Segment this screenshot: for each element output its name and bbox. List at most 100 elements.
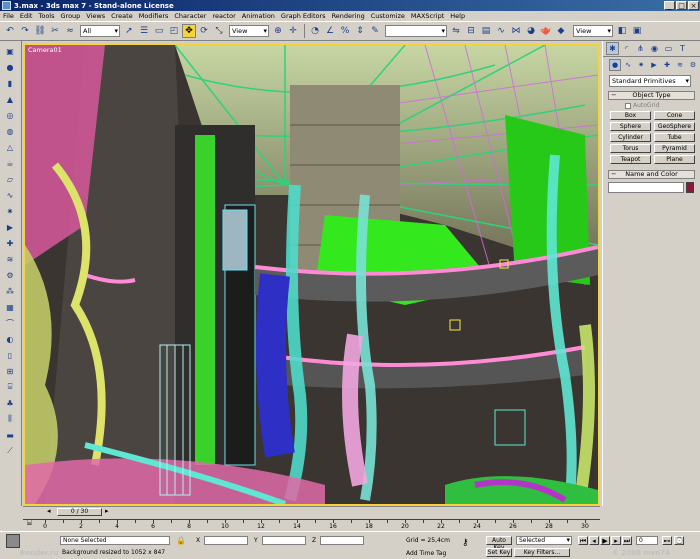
menu-tools[interactable]: Tools xyxy=(38,12,54,20)
render-type-dropdown[interactable]: View xyxy=(573,25,613,37)
object-name-input[interactable] xyxy=(608,182,684,193)
door-icon[interactable]: ▯ xyxy=(3,348,17,362)
maximize-button[interactable]: □ xyxy=(676,1,687,10)
key-mode-dropdown[interactable]: Selected xyxy=(516,536,572,545)
cone-button[interactable]: Cone xyxy=(654,111,695,120)
tube-icon[interactable]: ◍ xyxy=(3,124,17,138)
bind-space-warp-icon[interactable]: ≈ xyxy=(63,24,77,38)
render-last-icon[interactable]: ◧ xyxy=(615,24,629,38)
menu-rendering[interactable]: Rendering xyxy=(332,12,365,20)
time-config-icon[interactable]: ⌚ xyxy=(674,536,684,545)
minimize-button[interactable]: _ xyxy=(664,1,675,10)
x-coordinate-field[interactable] xyxy=(204,536,248,545)
percent-snap-icon[interactable]: % xyxy=(338,24,352,38)
cylinder-button[interactable]: Cylinder xyxy=(610,133,651,142)
next-frame-button-icon[interactable]: ▸ xyxy=(611,536,621,545)
selection-filter-dropdown[interactable]: All xyxy=(80,25,120,37)
autogrid-checkbox[interactable]: AutoGrid xyxy=(625,102,700,109)
edit-named-selection-icon[interactable]: ✎ xyxy=(368,24,382,38)
go-to-start-icon[interactable]: ⏮ xyxy=(578,536,588,545)
angle-snap-icon[interactable]: ∠ xyxy=(323,24,337,38)
box-icon[interactable]: ▣ xyxy=(3,44,17,58)
menu-file[interactable]: File xyxy=(3,12,14,20)
pyramid-icon[interactable]: △ xyxy=(3,140,17,154)
bone-icon[interactable]: ⟋ xyxy=(3,444,17,458)
play-icon[interactable]: ▶ xyxy=(600,536,610,545)
cone-icon[interactable]: ▲ xyxy=(3,92,17,106)
select-rotate-icon[interactable]: ⟳ xyxy=(197,24,211,38)
render-scene-icon[interactable]: 🫖 xyxy=(539,24,553,38)
menu-customize[interactable]: Customize xyxy=(371,12,405,20)
prev-frame-icon[interactable]: ◂ xyxy=(47,507,51,515)
camera-viewport[interactable]: Camera01 xyxy=(23,43,600,506)
menu-views[interactable]: Views xyxy=(86,12,105,20)
lock-selection-icon[interactable]: 🔒 xyxy=(176,536,186,545)
lights-icon[interactable]: ✷ xyxy=(635,59,647,71)
nurbs-icon[interactable]: ⌒ xyxy=(3,316,17,330)
key-mode-toggle-icon[interactable]: ⊷ xyxy=(662,536,672,545)
layer-manager-icon[interactable]: ▤ xyxy=(479,24,493,38)
curve-editor-icon[interactable]: ∿ xyxy=(494,24,508,38)
select-move-icon[interactable]: ✥ xyxy=(182,24,196,38)
reference-coordinate-dropdown[interactable]: View xyxy=(229,25,269,37)
snap-toggle-icon[interactable]: ◔ xyxy=(308,24,322,38)
modify-tab-icon[interactable]: ◜ xyxy=(620,42,633,55)
menu-help[interactable]: Help xyxy=(450,12,465,20)
display-tab-icon[interactable]: ▭ xyxy=(662,42,675,55)
pivot-center-icon[interactable]: ⊕ xyxy=(271,24,285,38)
y-coordinate-field[interactable] xyxy=(262,536,306,545)
foliage-icon[interactable]: ♣ xyxy=(3,396,17,410)
select-link-icon[interactable]: ⛓ xyxy=(33,24,47,38)
primitive-category-dropdown[interactable]: Standard Primitives xyxy=(609,75,691,87)
window-crossing-icon[interactable]: ◰ xyxy=(167,24,181,38)
box-button[interactable]: Box xyxy=(610,111,651,120)
menu-graph-editors[interactable]: Graph Editors xyxy=(281,12,326,20)
menu-character[interactable]: Character xyxy=(174,12,206,20)
select-manipulate-icon[interactable]: ✛ xyxy=(286,24,300,38)
material-editor-icon[interactable]: ◕ xyxy=(524,24,538,38)
align-icon[interactable]: ⊟ xyxy=(464,24,478,38)
wall-icon[interactable]: ▬ xyxy=(3,428,17,442)
menu-modifiers[interactable]: Modifiers xyxy=(139,12,169,20)
compound-icon[interactable]: ◐ xyxy=(3,332,17,346)
sphere-icon[interactable]: ● xyxy=(3,60,17,74)
window-icon[interactable]: ⊞ xyxy=(3,364,17,378)
spacewarps-icon[interactable]: ≋ xyxy=(674,59,686,71)
object-color-swatch[interactable] xyxy=(686,182,694,193)
autogrid-box[interactable] xyxy=(625,102,631,109)
undo-icon[interactable]: ↶ xyxy=(3,24,17,38)
teapot-button[interactable]: Teapot xyxy=(610,155,651,164)
plane-button[interactable]: Plane xyxy=(654,155,695,164)
menu-reactor[interactable]: reactor xyxy=(212,12,235,20)
utilities-tab-icon[interactable]: T xyxy=(676,42,689,55)
torus-icon[interactable]: ◎ xyxy=(3,108,17,122)
schematic-view-icon[interactable]: ⋈ xyxy=(509,24,523,38)
tube-button[interactable]: Tube xyxy=(654,133,695,142)
add-time-tag[interactable]: Add Time Tag xyxy=(406,550,446,557)
geometry-icon[interactable]: ● xyxy=(609,59,621,71)
set-key-button[interactable]: Set Key xyxy=(486,548,512,557)
cylinder-icon[interactable]: ▮ xyxy=(3,76,17,90)
systems-icon[interactable]: ⚙ xyxy=(3,268,17,282)
active-shade-icon[interactable]: ▣ xyxy=(630,24,644,38)
time-slider[interactable]: ◂ 0 / 30 ▸ xyxy=(23,506,600,517)
menu-create[interactable]: Create xyxy=(111,12,133,20)
menu-group[interactable]: Group xyxy=(61,12,81,20)
pyramid-button[interactable]: Pyramid xyxy=(654,144,695,153)
railing-icon[interactable]: ⫼ xyxy=(3,412,17,426)
stairs-icon[interactable]: ⌸ xyxy=(3,380,17,394)
patch-icon[interactable]: ▦ xyxy=(3,300,17,314)
shapes-icon[interactable]: ∿ xyxy=(622,59,634,71)
previous-frame-icon[interactable]: ◂ xyxy=(589,536,599,545)
teapot-icon[interactable]: ☕ xyxy=(3,156,17,170)
close-button[interactable]: × xyxy=(688,1,699,10)
menu-animation[interactable]: Animation xyxy=(242,12,275,20)
go-to-end-icon[interactable]: ⏭ xyxy=(622,536,632,545)
systems-icon[interactable]: ⚙ xyxy=(687,59,699,71)
z-coordinate-field[interactable] xyxy=(320,536,364,545)
plane-icon[interactable]: ▱ xyxy=(3,172,17,186)
helper-icon[interactable]: ✚ xyxy=(3,236,17,250)
key-filters-button[interactable]: Key Filters... xyxy=(514,548,570,557)
spinner-snap-icon[interactable]: ⇕ xyxy=(353,24,367,38)
select-by-name-icon[interactable]: ☰ xyxy=(137,24,151,38)
